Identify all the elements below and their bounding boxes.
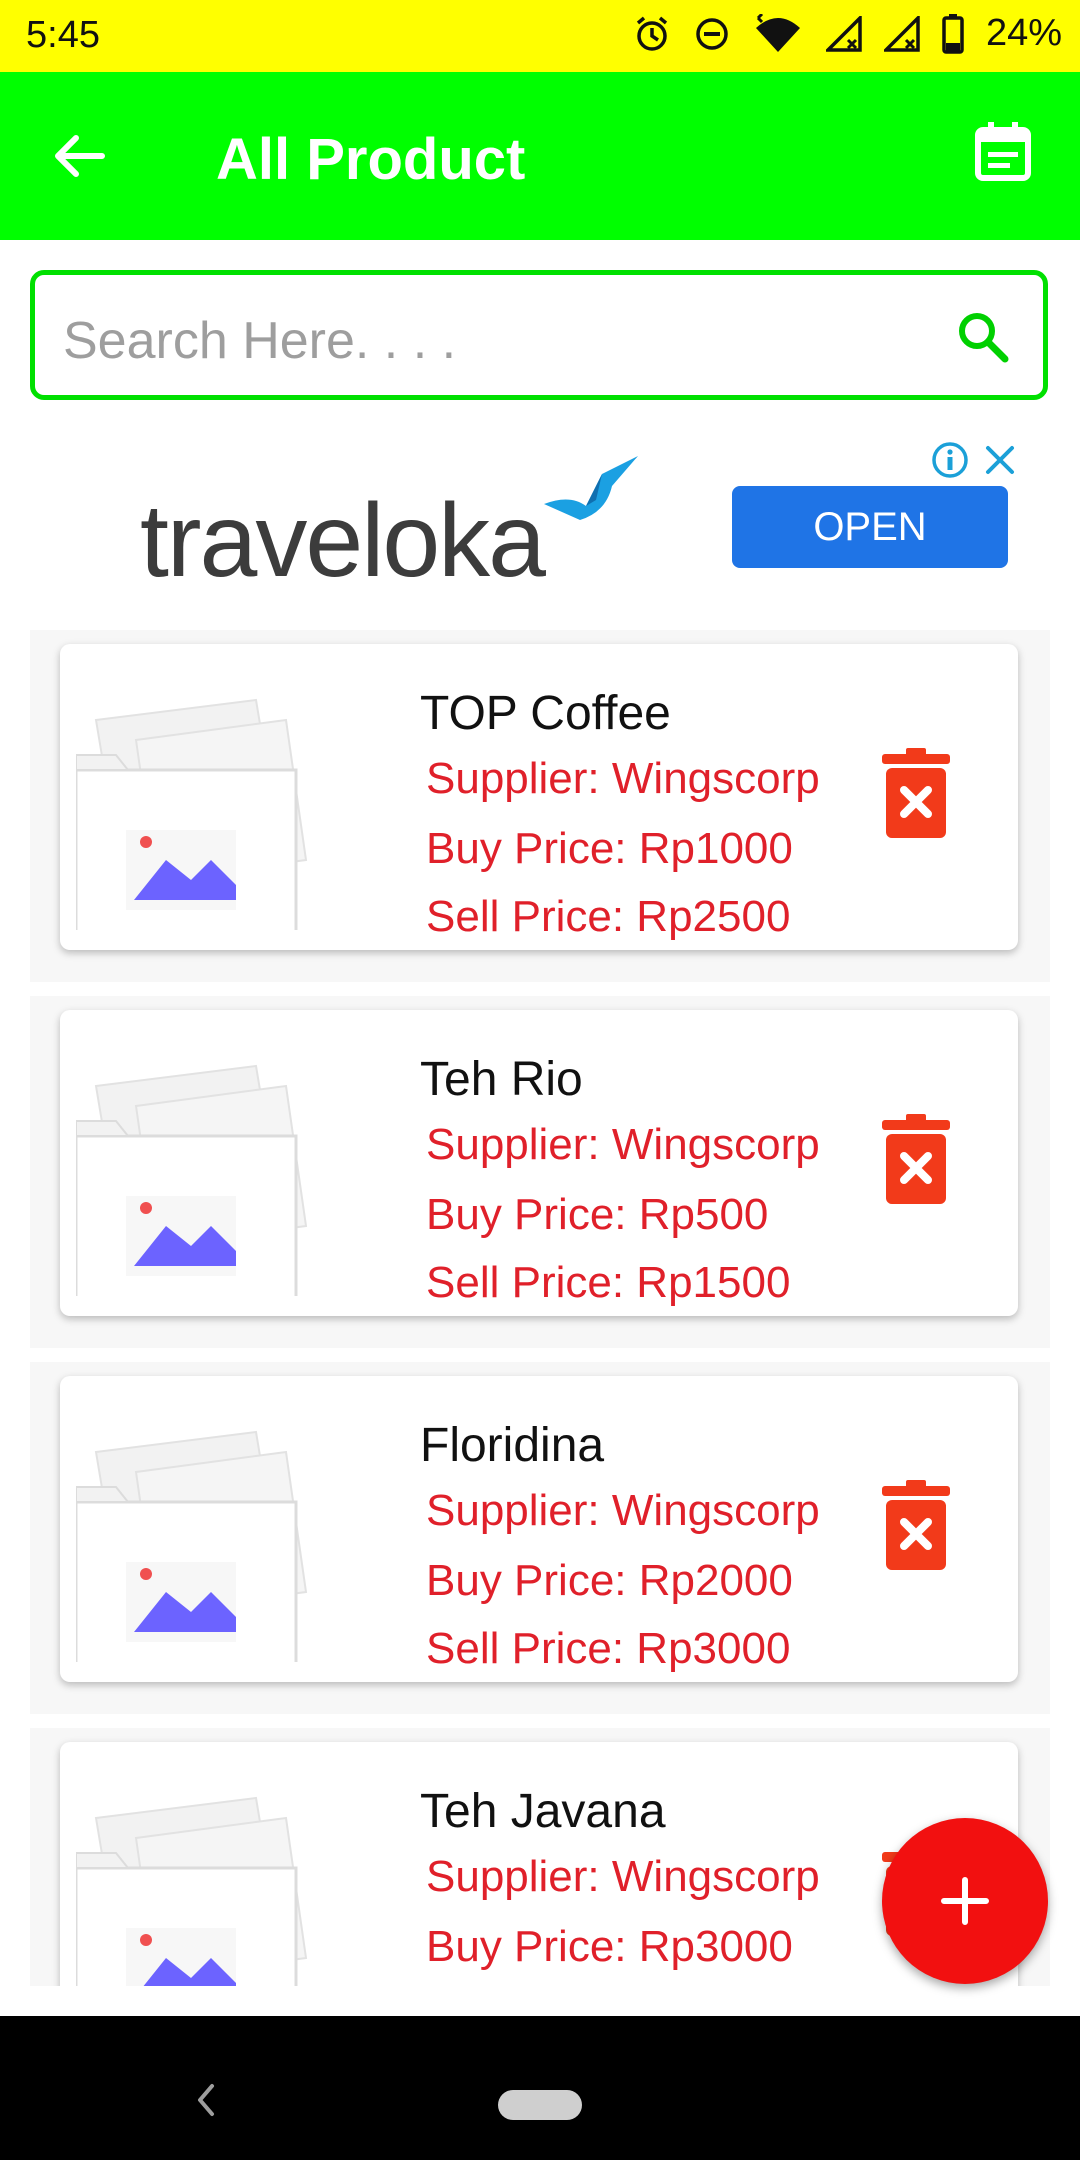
product-buy-price: Buy Price: Rp3000	[426, 1922, 793, 1971]
product-buy-price: Buy Price: Rp1000	[426, 824, 793, 873]
product-card[interactable]: Teh Rio Supplier: Wingscorp Buy Price: R…	[60, 1010, 1018, 1316]
page-title: All Product	[216, 127, 526, 192]
placeholder-image-icon	[76, 670, 346, 930]
battery-percent: 24%	[985, 12, 1062, 54]
placeholder-image-icon	[76, 1768, 346, 1986]
product-card[interactable]: TOP Coffee Supplier: Wingscorp Buy Price…	[60, 644, 1018, 950]
product-sell-price: Sell Price: Rp1500	[426, 1258, 791, 1307]
ad-brand-logo: traveloka	[140, 483, 546, 599]
product-name: Teh Rio	[420, 1053, 583, 1106]
battery-icon	[942, 13, 964, 54]
delete-icon[interactable]	[880, 748, 952, 840]
search-icon[interactable]	[955, 309, 1009, 363]
list-item[interactable]: Floridina Supplier: Wingscorp Buy Price:…	[30, 1362, 1050, 1714]
wifi-icon	[755, 13, 800, 52]
product-supplier: Supplier: Wingscorp	[426, 1486, 820, 1535]
product-card[interactable]: Floridina Supplier: Wingscorp Buy Price:…	[60, 1376, 1018, 1682]
status-bar: 5:45 24%	[0, 0, 1080, 72]
product-card[interactable]: Teh Javana Supplier: Wingscorp Buy Price…	[60, 1742, 1018, 1986]
product-supplier: Supplier: Wingscorp	[426, 1120, 820, 1169]
search-box[interactable]: Search Here. . . .	[30, 270, 1048, 400]
product-supplier: Supplier: Wingscorp	[426, 754, 820, 803]
search-input[interactable]: Search Here. . . .	[63, 311, 456, 371]
bird-logo-icon	[544, 456, 638, 520]
status-time: 5:45	[26, 14, 100, 56]
ad-close-icon[interactable]	[980, 440, 1020, 480]
product-name: TOP Coffee	[420, 687, 671, 740]
system-nav-bar	[0, 2016, 1080, 2160]
signal-icon	[825, 15, 862, 52]
arrow-back-icon[interactable]	[50, 128, 106, 184]
nav-back-icon[interactable]	[196, 2082, 216, 2118]
status-icons: 24%	[632, 12, 1062, 55]
product-name: Teh Javana	[420, 1785, 666, 1838]
ad-info-icon[interactable]	[930, 440, 970, 480]
ad-banner[interactable]: traveloka OPEN	[0, 430, 1080, 620]
calendar-list-icon[interactable]	[974, 120, 1032, 182]
add-product-button[interactable]	[882, 1818, 1048, 1984]
list-item[interactable]: TOP Coffee Supplier: Wingscorp Buy Price…	[30, 630, 1050, 982]
delete-icon[interactable]	[880, 1480, 952, 1572]
product-sell-price: Sell Price: Rp2500	[426, 892, 791, 941]
product-supplier: Supplier: Wingscorp	[426, 1852, 820, 1901]
product-sell-price: Sell Price: Rp3000	[426, 1624, 791, 1673]
nav-home-pill[interactable]	[498, 2090, 582, 2120]
delete-icon[interactable]	[880, 1114, 952, 1206]
plus-icon	[941, 1877, 989, 1925]
product-list[interactable]: TOP Coffee Supplier: Wingscorp Buy Price…	[0, 630, 1080, 1986]
product-name: Floridina	[420, 1419, 605, 1472]
do-not-disturb-icon	[696, 17, 728, 50]
app-bar: All Product	[0, 72, 1080, 240]
ad-open-button[interactable]: OPEN	[732, 486, 1008, 568]
placeholder-image-icon	[76, 1402, 346, 1662]
product-buy-price: Buy Price: Rp500	[426, 1190, 769, 1239]
alarm-icon	[636, 16, 668, 51]
list-item[interactable]: Teh Rio Supplier: Wingscorp Buy Price: R…	[30, 996, 1050, 1348]
product-buy-price: Buy Price: Rp2000	[426, 1556, 793, 1605]
signal-icon-2	[883, 15, 920, 52]
placeholder-image-icon	[76, 1036, 346, 1296]
